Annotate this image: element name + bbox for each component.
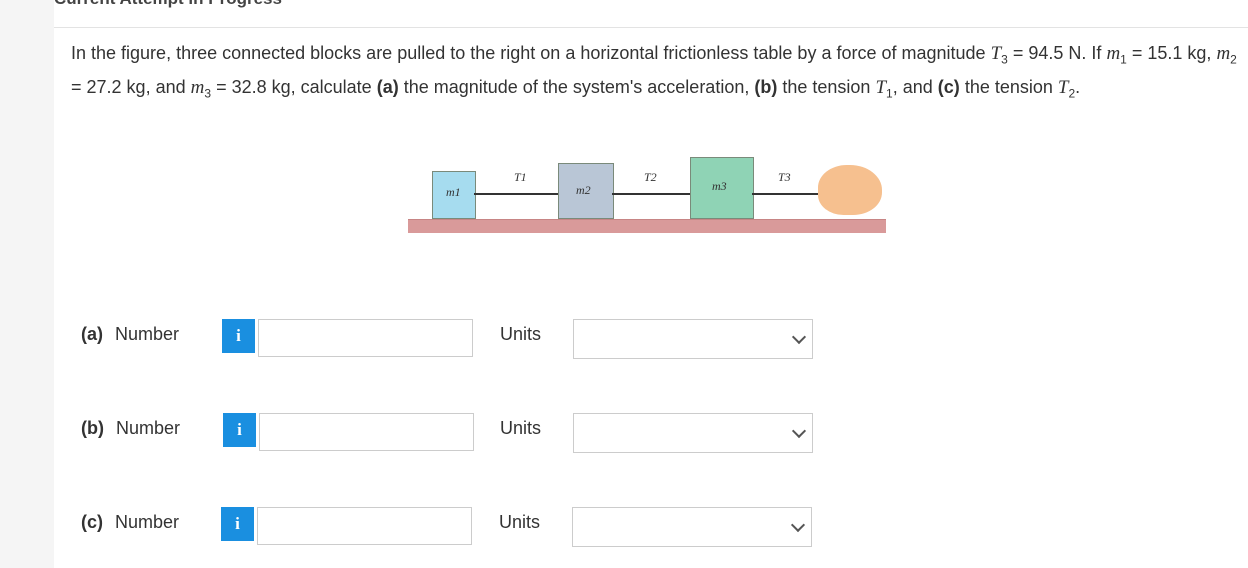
t3-symbol: T [990, 43, 1002, 64]
left-margin [0, 0, 54, 568]
part-b-marker: (b) [754, 76, 778, 97]
question-intro: In the figure, three connected blocks ar… [71, 43, 986, 63]
m1-value: 15.1 kg [1147, 43, 1207, 63]
answer-a-units-select[interactable] [573, 319, 813, 359]
t3-label: T3 [778, 170, 791, 184]
answer-a-units-label: Units [500, 324, 542, 344]
answer-c-number-input[interactable] [257, 507, 472, 545]
m1-symbol: m [1106, 43, 1121, 64]
header-divider [54, 27, 1248, 28]
answer-a-part: (a) [81, 324, 103, 344]
answer-c-label: (c) Number [81, 512, 179, 533]
block-m1-label: m1 [446, 185, 461, 199]
t1-label: T1 [514, 170, 527, 184]
answer-row-b: (b) Number i Units [81, 408, 821, 453]
m2-value: 27.2 kg [86, 76, 146, 97]
m3-sub: 3 [204, 86, 212, 101]
answer-a-number-label: Number [115, 324, 180, 344]
answer-b-number-input[interactable] [259, 413, 474, 451]
m2-symbol: m [1216, 43, 1231, 64]
m2-sub: 2 [1230, 52, 1237, 67]
and2-text: and [902, 76, 933, 97]
t2-symbol: T [1057, 76, 1069, 98]
question-text: In the figure, three connected blocks ar… [71, 43, 1237, 101]
t1-symbol: T [875, 76, 887, 98]
part-b-text: the tension [782, 76, 871, 97]
answer-b-label: (b) Number [81, 418, 180, 439]
calc-text: calculate [300, 76, 372, 97]
t3-sub: 3 [1001, 52, 1008, 67]
attempt-header: Current Attempt in Progress [54, 0, 282, 9]
t2-label: T2 [644, 170, 657, 184]
t2-sub: 2 [1068, 86, 1076, 101]
answer-row-a: (a) Number i Units [81, 314, 821, 359]
answer-c-units-select[interactable] [572, 507, 812, 547]
chevron-down-icon [790, 517, 806, 533]
answer-c-number-label: Number [115, 512, 180, 532]
m1-sub: 1 [1120, 52, 1127, 67]
part-a-marker: (a) [376, 76, 399, 97]
part-c-text: the tension [964, 76, 1053, 97]
answer-row-c: (c) Number i Units [81, 502, 821, 547]
answer-b-part: (b) [81, 418, 104, 438]
m3-value: 32.8 kg [231, 76, 291, 97]
answer-c-units-label: Units [499, 512, 541, 532]
info-icon[interactable]: i [222, 319, 255, 353]
block-m2-label: m2 [576, 183, 591, 197]
rope-t3 [752, 193, 822, 195]
info-icon[interactable]: i [223, 413, 256, 447]
part-c-marker: (c) [937, 76, 960, 97]
rope-t2 [612, 193, 690, 195]
answer-a-number-input[interactable] [258, 319, 473, 357]
t3-value: 94.5 N [1028, 43, 1082, 63]
block-m3-label: m3 [712, 179, 727, 193]
blocks-figure: m1 T1 m2 T2 m3 T3 [406, 155, 886, 237]
t1-sub: 1 [886, 86, 893, 101]
rope-t1 [474, 193, 558, 195]
and-text: and [155, 76, 186, 97]
chevron-down-icon [791, 329, 807, 345]
answer-a-label: (a) Number [81, 324, 179, 345]
answer-b-units-select[interactable] [573, 413, 813, 453]
answer-b-number-label: Number [115, 418, 181, 438]
if-text: If [1091, 43, 1102, 63]
table-surface [408, 219, 886, 233]
m3-symbol: m [190, 76, 205, 98]
chevron-down-icon [791, 423, 807, 439]
info-icon[interactable]: i [221, 507, 254, 541]
answer-c-part: (c) [81, 512, 103, 532]
hand-icon [818, 165, 882, 215]
part-a-text: the magnitude of the system's accelerati… [403, 76, 750, 97]
answer-b-units-label: Units [500, 418, 542, 438]
